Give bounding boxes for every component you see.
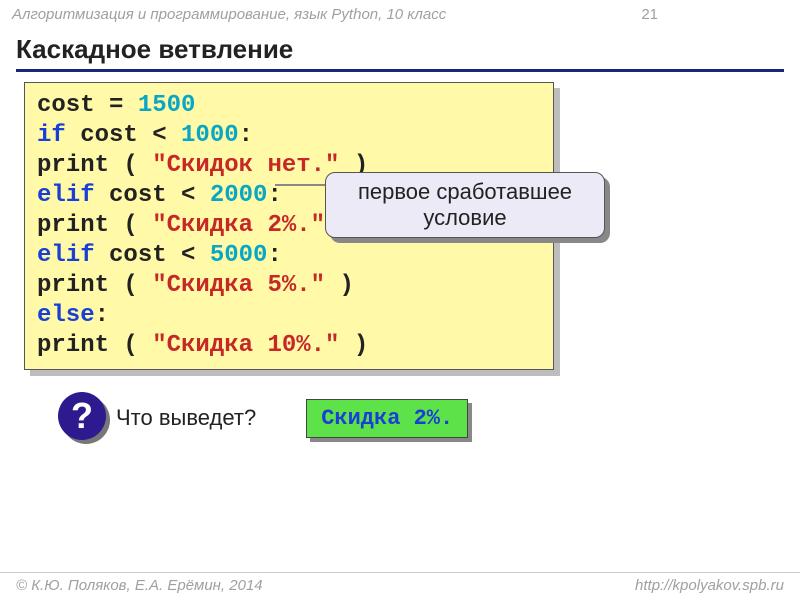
question-mark-icon: ?: [58, 392, 106, 440]
question-text: Что выведет?: [116, 405, 256, 431]
code-line-1: cost = 1500: [37, 91, 541, 121]
callout-line2: условие: [342, 205, 588, 231]
code-line-9: print ( "Скидка 10%." ): [37, 331, 541, 361]
footer: © К.Ю. Поляков, Е.А. Ерёмин, 2014 http:/…: [0, 572, 800, 600]
code-line-6: elif cost < 5000:: [37, 241, 541, 271]
code-line-8: else:: [37, 301, 541, 331]
callout: первое сработавшее условие: [325, 172, 605, 238]
title-rule: [16, 69, 784, 72]
header-course: Алгоритмизация и программирование, язык …: [12, 6, 446, 23]
answer-box: Скидка 2%.: [306, 399, 468, 438]
code-line-7: print ( "Скидка 5%." ): [37, 271, 541, 301]
answer-text: Скидка 2%.: [306, 399, 468, 438]
question-row: ? Что выведет? Скидка 2%.: [58, 392, 800, 444]
page-number: 21: [641, 6, 788, 23]
slide-title: Каскадное ветвление: [0, 28, 800, 69]
footer-url: http://kpolyakov.spb.ru: [635, 577, 784, 594]
question-badge: ?: [58, 392, 110, 444]
callout-line1: первое сработавшее: [342, 179, 588, 205]
footer-copyright: © К.Ю. Поляков, Е.А. Ерёмин, 2014: [16, 577, 263, 594]
callout-box: первое сработавшее условие: [325, 172, 605, 238]
code-line-2: if cost < 1000:: [37, 121, 541, 151]
header: Алгоритмизация и программирование, язык …: [0, 0, 800, 28]
